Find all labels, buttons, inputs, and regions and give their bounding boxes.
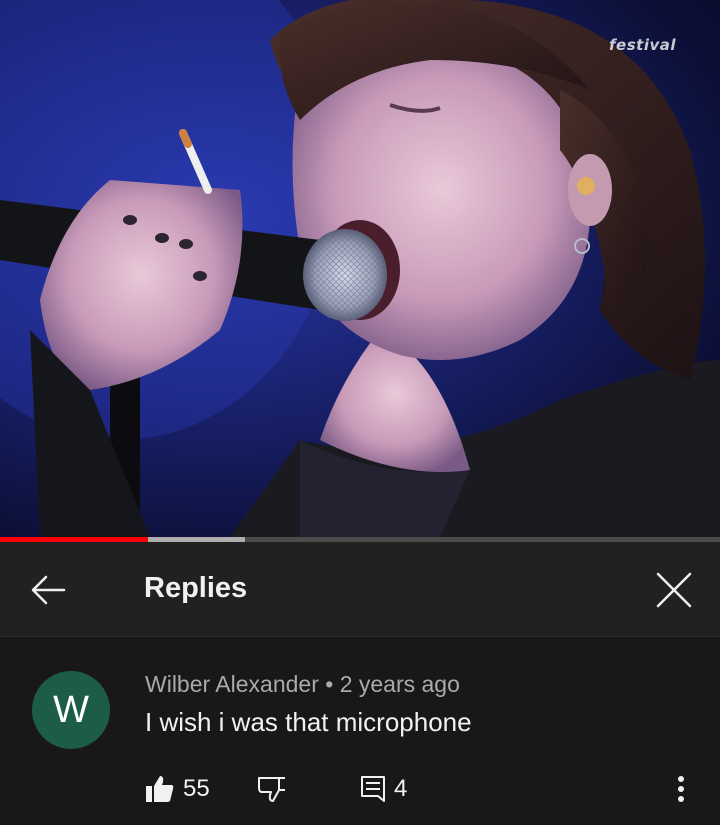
avatar-letter: W [53,688,89,731]
back-button[interactable] [20,562,76,618]
reply-button[interactable]: 4 [360,772,407,806]
comment-meta: Wilber Alexander • 2 years ago [145,671,460,698]
thumbs-up-icon [146,776,174,802]
avatar[interactable]: W [32,671,110,749]
comment-actions: 55 4 [145,772,705,806]
arrow-left-icon [31,575,66,605]
comment-text: I wish i was that microphone [145,707,472,737]
like-button[interactable]: 55 [145,772,210,806]
close-icon [656,572,692,608]
video-frame [0,0,720,537]
more-options-button[interactable] [666,772,696,806]
thumbs-down-icon [258,777,285,802]
reply-count: 4 [394,775,408,802]
close-button[interactable] [646,562,702,618]
comment: W Wilber Alexander • 2 years ago I wish … [0,637,720,825]
dislike-button[interactable] [257,772,287,806]
like-count: 55 [183,775,210,802]
more-vert-icon [678,776,684,802]
video-player[interactable]: festival [0,0,720,537]
comment-author[interactable]: Wilber Alexander [145,671,319,697]
meta-separator: • [325,671,334,697]
reply-icon [361,776,385,802]
comment-age: 2 years ago [339,671,460,697]
replies-header: Replies [0,542,720,637]
channel-watermark: festival [609,36,676,54]
page-title: Replies [144,572,248,604]
